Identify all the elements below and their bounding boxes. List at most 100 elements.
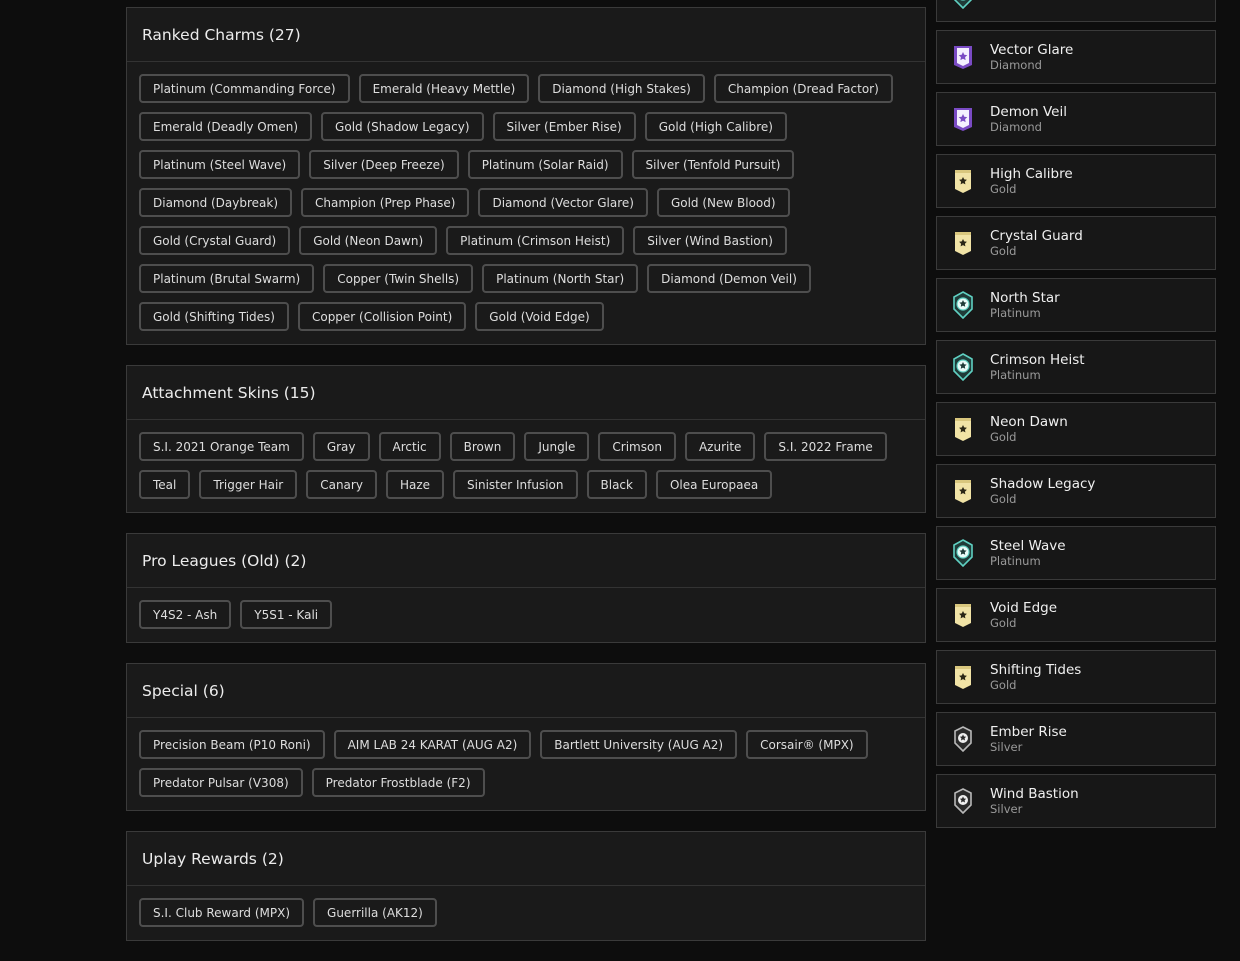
item-chip[interactable]: Crimson bbox=[598, 432, 676, 461]
section-title: Uplay Rewards (2) bbox=[127, 832, 925, 886]
item-chip[interactable]: Predator Frostblade (F2) bbox=[311, 768, 485, 797]
charm-text: Void Edge Gold bbox=[990, 600, 1057, 630]
item-chip[interactable]: Sinister Infusion bbox=[453, 470, 578, 499]
charm-rank: Gold bbox=[990, 616, 1017, 630]
charm-rank: Platinum bbox=[990, 0, 1041, 2]
item-chip[interactable]: Gold (High Calibre) bbox=[644, 112, 787, 141]
item-chip[interactable]: Platinum (Solar Raid) bbox=[467, 150, 623, 179]
charm-item[interactable]: Shifting Tides Gold bbox=[936, 650, 1216, 704]
item-chip[interactable]: Gold (Crystal Guard) bbox=[139, 226, 291, 255]
charm-name: Steel Wave bbox=[990, 538, 1066, 554]
silver-charm-icon bbox=[951, 787, 975, 815]
charm-item[interactable]: Crystal Guard Gold bbox=[936, 216, 1216, 270]
item-chip[interactable]: Brown bbox=[449, 432, 516, 461]
item-chip[interactable]: Haze bbox=[385, 470, 445, 499]
charm-text: Vector Glare Diamond bbox=[990, 42, 1073, 72]
charm-text: Shadow Legacy Gold bbox=[990, 476, 1095, 506]
item-chip[interactable]: Silver (Wind Bastion) bbox=[633, 226, 787, 255]
item-chip[interactable]: Gold (Neon Dawn) bbox=[299, 226, 438, 255]
section-attachment-skins: Attachment Skins (15) S.I. 2021 Orange Te… bbox=[126, 365, 926, 513]
item-chip[interactable]: Teal bbox=[139, 470, 191, 499]
charm-item[interactable]: Vector Glare Diamond bbox=[936, 30, 1216, 84]
item-chip[interactable]: Precision Beam (P10 Roni) bbox=[139, 730, 325, 759]
item-chip[interactable]: Y4S2 - Ash bbox=[139, 600, 232, 629]
charm-text: Crimson Heist Platinum bbox=[990, 352, 1085, 382]
charm-rank: Silver bbox=[990, 740, 1023, 754]
item-chip[interactable]: AIM LAB 24 KARAT (AUG A2) bbox=[333, 730, 532, 759]
charm-item[interactable]: North Star Platinum bbox=[936, 278, 1216, 332]
item-chip[interactable]: Bartlett University (AUG A2) bbox=[540, 730, 738, 759]
item-chip[interactable]: Guerrilla (AK12) bbox=[313, 898, 437, 927]
charm-name: Crystal Guard bbox=[990, 228, 1083, 244]
charm-rank: Diamond bbox=[990, 58, 1042, 72]
item-chip[interactable]: Azurite bbox=[684, 432, 756, 461]
item-chip[interactable]: Gold (New Blood) bbox=[656, 188, 790, 217]
charm-item[interactable]: Void Edge Gold bbox=[936, 588, 1216, 642]
section-ranked-charms: Ranked Charms (27) Platinum (Commanding F… bbox=[126, 7, 926, 345]
item-chip[interactable]: Gold (Shifting Tides) bbox=[139, 302, 289, 331]
item-chip[interactable]: Gray bbox=[312, 432, 370, 461]
item-chip[interactable]: Copper (Collision Point) bbox=[297, 302, 467, 331]
item-chip[interactable]: Silver (Ember Rise) bbox=[492, 112, 636, 141]
gold-charm-icon bbox=[951, 415, 975, 443]
charm-item[interactable]: Ember Rise Silver bbox=[936, 712, 1216, 766]
item-chip[interactable]: Canary bbox=[306, 470, 377, 499]
platinum-charm-icon bbox=[951, 539, 975, 567]
item-chip[interactable]: Trigger Hair bbox=[199, 470, 298, 499]
charm-item[interactable]: Neon Dawn Gold bbox=[936, 402, 1216, 456]
charm-item[interactable]: High Calibre Gold bbox=[936, 154, 1216, 208]
main-column: Ranked Charms (27) Platinum (Commanding F… bbox=[126, 7, 926, 961]
item-chip[interactable]: Platinum (Commanding Force) bbox=[139, 74, 350, 103]
platinum-charm-icon bbox=[951, 291, 975, 319]
item-chip[interactable]: Champion (Dread Factor) bbox=[713, 74, 893, 103]
charm-text: Platinum bbox=[990, 0, 1041, 2]
item-chip[interactable]: Diamond (High Stakes) bbox=[538, 74, 705, 103]
item-chip[interactable]: Predator Pulsar (V308) bbox=[139, 768, 303, 797]
item-chip[interactable]: Emerald (Heavy Mettle) bbox=[358, 74, 530, 103]
chip-list: S.I. Club Reward (MPX) Guerrilla (AK12) bbox=[127, 886, 925, 940]
item-chip[interactable]: Corsair® (MPX) bbox=[746, 730, 868, 759]
charm-rank: Platinum bbox=[990, 554, 1041, 568]
item-chip[interactable]: Gold (Void Edge) bbox=[475, 302, 604, 331]
gold-charm-icon bbox=[951, 477, 975, 505]
item-chip[interactable]: Gold (Shadow Legacy) bbox=[321, 112, 484, 141]
item-chip[interactable]: Diamond (Vector Glare) bbox=[478, 188, 648, 217]
section-title: Pro Leagues (Old) (2) bbox=[127, 534, 925, 588]
item-chip[interactable]: Silver (Deep Freeze) bbox=[309, 150, 459, 179]
item-chip[interactable]: Copper (Twin Shells) bbox=[323, 264, 474, 293]
diamond-charm-icon bbox=[951, 105, 975, 133]
charm-item[interactable]: Demon Veil Diamond bbox=[936, 92, 1216, 146]
item-chip[interactable]: Platinum (Brutal Swarm) bbox=[139, 264, 315, 293]
diamond-charm-icon bbox=[951, 43, 975, 71]
item-chip[interactable]: Y5S1 - Kali bbox=[240, 600, 333, 629]
item-chip[interactable]: Diamond (Demon Veil) bbox=[647, 264, 811, 293]
item-chip[interactable]: Diamond (Daybreak) bbox=[139, 188, 293, 217]
charm-item[interactable]: Shadow Legacy Gold bbox=[936, 464, 1216, 518]
item-chip[interactable]: Arctic bbox=[378, 432, 441, 461]
section-special: Special (6) Precision Beam (P10 Roni) AIM … bbox=[126, 663, 926, 811]
item-chip[interactable]: Black bbox=[586, 470, 647, 499]
item-chip[interactable]: Jungle bbox=[524, 432, 590, 461]
charm-item[interactable]: Platinum bbox=[936, 0, 1216, 22]
item-chip[interactable]: S.I. Club Reward (MPX) bbox=[139, 898, 305, 927]
charm-item[interactable]: Steel Wave Platinum bbox=[936, 526, 1216, 580]
item-chip[interactable]: Platinum (Crimson Heist) bbox=[446, 226, 625, 255]
charm-name: Void Edge bbox=[990, 600, 1058, 616]
item-chip[interactable]: Platinum (Steel Wave) bbox=[139, 150, 301, 179]
charm-item[interactable]: Wind Bastion Silver bbox=[936, 774, 1216, 828]
item-chip[interactable]: Platinum (North Star) bbox=[482, 264, 639, 293]
item-chip[interactable]: Silver (Tenfold Pursuit) bbox=[631, 150, 795, 179]
section-uplay-rewards: Uplay Rewards (2) S.I. Club Reward (MPX) G… bbox=[126, 831, 926, 941]
chip-list: Precision Beam (P10 Roni) AIM LAB 24 KARA… bbox=[127, 718, 925, 810]
charm-name: Neon Dawn bbox=[990, 414, 1068, 430]
item-chip[interactable]: S.I. 2021 Orange Team bbox=[139, 432, 304, 461]
item-chip[interactable]: Emerald (Deadly Omen) bbox=[139, 112, 313, 141]
item-chip[interactable]: S.I. 2022 Frame bbox=[764, 432, 887, 461]
item-chip[interactable]: Champion (Prep Phase) bbox=[301, 188, 470, 217]
charm-item[interactable]: Crimson Heist Platinum bbox=[936, 340, 1216, 394]
charm-rank: Platinum bbox=[990, 368, 1041, 382]
item-chip[interactable]: Olea Europaea bbox=[655, 470, 773, 499]
charm-text: Steel Wave Platinum bbox=[990, 538, 1066, 568]
charm-rank: Gold bbox=[990, 430, 1017, 444]
charm-rank: Silver bbox=[990, 802, 1023, 816]
